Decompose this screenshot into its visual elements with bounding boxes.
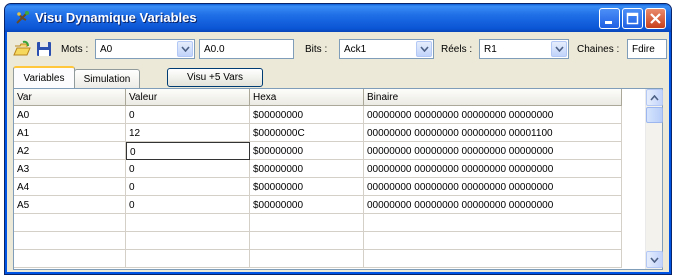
empty-cell [126,250,250,268]
cell-binaire: 00000000 00000000 00000000 00000000 [364,106,622,124]
cell-valeur[interactable]: 0 [126,196,250,214]
minimize-icon [605,21,612,24]
cell-binaire: 00000000 00000000 00000000 00000000 [364,142,622,160]
cell-hexa: $00000000 [250,106,364,124]
chevron-down-icon [420,46,429,52]
chevron-down-icon [650,257,659,263]
bits-select-value: Ack1 [344,44,367,55]
chaines-value: Fdire [632,44,655,55]
empty-cell [364,214,622,232]
empty-cell [14,214,126,232]
variables-grid[interactable]: Var Valeur Hexa Binaire A0 0 $00000000 0000… [14,89,646,269]
column-header-hexa[interactable]: Hexa [250,89,364,106]
cell-binaire: 00000000 00000000 00000000 00000000 [364,178,622,196]
cell-valeur[interactable]: 0 [126,178,250,196]
cell-var: A1 [14,124,126,142]
mots-label: Mots : [61,44,89,55]
cell-var: A5 [14,196,126,214]
mots-dropdown-button[interactable] [177,41,193,57]
visu-window: Visu Dynamique Variables Mots : A0 A0.0 … [4,3,672,275]
cell-hexa: $00000000 [250,142,364,160]
tab-strip: Variables Simulation Visu +5 Vars [13,66,653,88]
empty-cell [250,232,364,250]
mots-select-value: A0 [100,44,113,55]
scroll-down-button[interactable] [646,251,663,268]
cell-var: A2 [14,142,126,160]
vertical-scrollbar[interactable] [645,89,663,269]
variables-grid-panel: Var Valeur Hexa Binaire A0 0 $00000000 0000… [13,88,663,270]
visu-plus-5-vars-button[interactable]: Visu +5 Vars [167,68,263,87]
cell-hexa: $0000000C [250,124,364,142]
chevron-down-icon [181,46,190,52]
scroll-up-button[interactable] [646,89,663,106]
bits-select[interactable]: Ack1 [339,39,434,59]
mots-text-field[interactable]: A0.0 [199,39,294,59]
tab-variables[interactable]: Variables [13,66,75,88]
reels-select-value: R1 [484,44,497,55]
empty-cell [14,250,126,268]
tab-variables-label: Variables [23,73,65,84]
empty-cell [364,250,622,268]
scroll-thumb[interactable] [646,107,663,123]
cell-valeur[interactable]: 0 [126,160,250,178]
chaines-label: Chaines : [577,44,620,55]
close-icon [650,13,661,24]
empty-cell [14,232,126,250]
cell-binaire: 00000000 00000000 00000000 00001100 [364,124,622,142]
app-icon [16,11,29,24]
empty-cell [364,232,622,250]
title-bar[interactable]: Visu Dynamique Variables [5,4,671,32]
column-header-binaire[interactable]: Binaire [364,89,622,106]
cell-valeur[interactable]: 12 [126,124,250,142]
column-header-valeur[interactable]: Valeur [126,89,250,106]
cell-var: A0 [14,106,126,124]
mots-text-value: A0.0 [204,44,225,55]
cell-hexa: $00000000 [250,196,364,214]
cell-var: A4 [14,178,126,196]
chaines-field[interactable]: Fdire [627,39,667,59]
bits-label: Bits : [305,44,328,55]
reels-dropdown-button[interactable] [551,41,567,57]
cell-binaire: 00000000 00000000 00000000 00000000 [364,196,622,214]
cell-hexa: $00000000 [250,178,364,196]
maximize-icon [626,12,639,25]
cell-binaire: 00000000 00000000 00000000 00000000 [364,160,622,178]
tab-simulation-label: Simulation [83,74,131,85]
cell-hexa: $00000000 [250,160,364,178]
toolbar: Mots : A0 A0.0 Bits : Ack1 Réels : R1 Ch… [11,37,667,61]
tab-simulation[interactable]: Simulation [74,69,140,88]
empty-cell [250,250,364,268]
close-button[interactable] [645,8,666,29]
minimize-button[interactable] [599,8,620,29]
reels-label: Réels : [441,44,473,55]
empty-cell [250,214,364,232]
cell-var: A3 [14,160,126,178]
open-folder-icon[interactable] [13,40,31,58]
chevron-up-icon [650,95,659,101]
cell-valeur[interactable]: 0 [126,106,250,124]
bits-dropdown-button[interactable] [416,41,432,57]
column-header-var[interactable]: Var [14,89,126,106]
reels-select[interactable]: R1 [479,39,569,59]
maximize-button[interactable] [622,8,643,29]
empty-cell [126,214,250,232]
empty-cell [126,232,250,250]
save-disk-icon[interactable] [35,40,53,58]
cell-valeur[interactable]: 0 [126,142,250,160]
window-title: Visu Dynamique Variables [35,10,197,25]
mots-select[interactable]: A0 [95,39,195,59]
chevron-down-icon [555,46,564,52]
